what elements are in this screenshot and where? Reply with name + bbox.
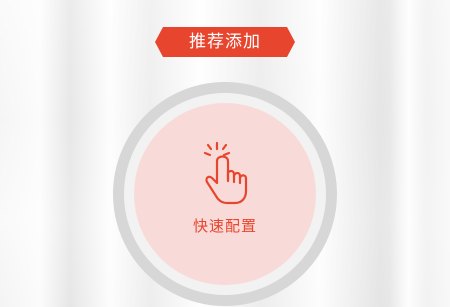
ring-inner: 快速配置 bbox=[124, 93, 326, 295]
tap-hand-icon bbox=[203, 141, 248, 205]
banner-label: 推荐添加 bbox=[189, 32, 261, 52]
recommend-banner: 推荐添加 bbox=[155, 27, 295, 57]
quick-config-label: 快速配置 bbox=[192, 217, 257, 235]
quick-config-ring: 快速配置 bbox=[113, 82, 337, 306]
quick-config-button[interactable]: 快速配置 bbox=[134, 103, 316, 285]
